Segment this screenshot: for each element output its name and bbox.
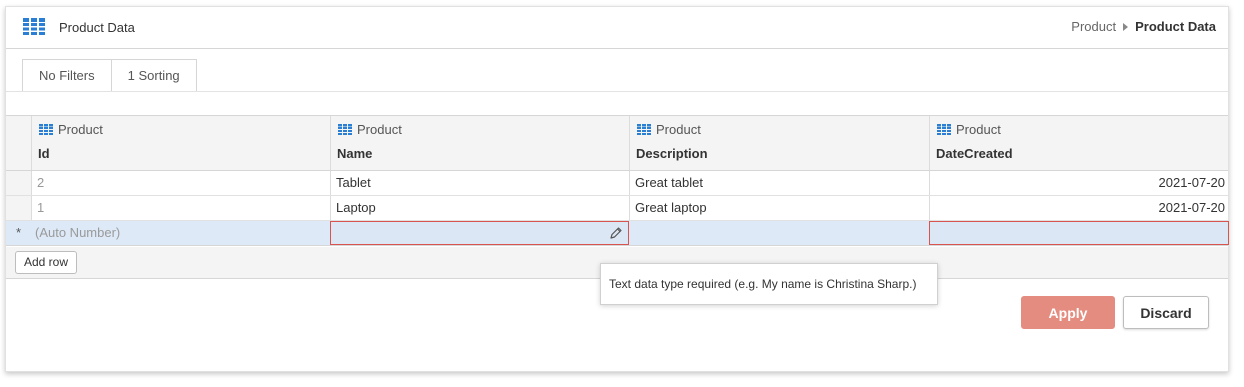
filter-sort-tabs: No Filters 1 Sorting xyxy=(22,59,197,92)
table-row[interactable]: 2 Tablet Great tablet 2021-07-20 xyxy=(6,171,1228,196)
column-table-label: Product xyxy=(637,122,701,137)
table-grid-icon xyxy=(39,124,53,135)
column-table-label: Product xyxy=(937,122,1001,137)
column-header-id[interactable]: Product Id xyxy=(31,116,330,170)
add-row-button[interactable]: Add row xyxy=(15,251,78,274)
new-row-indicator: * xyxy=(15,225,22,240)
cell-description[interactable]: Great laptop xyxy=(629,196,929,220)
column-table-name: Product xyxy=(58,122,103,137)
breadcrumb-separator-icon xyxy=(1123,22,1129,31)
tab-sorting[interactable]: 1 Sorting xyxy=(110,60,196,92)
table-grid-icon xyxy=(338,124,352,135)
column-field-name: Name xyxy=(337,146,373,161)
product-data-panel: Product Data Product Product Data No Fil… xyxy=(5,6,1229,372)
new-row[interactable]: * (Auto Number) xyxy=(6,221,1229,246)
row-indicator[interactable] xyxy=(6,171,31,195)
new-description-input[interactable] xyxy=(629,221,929,245)
cell-datecreated[interactable]: 2021-07-20 xyxy=(929,196,1229,220)
discard-button[interactable]: Discard xyxy=(1123,296,1209,329)
new-name-input[interactable] xyxy=(330,221,629,245)
column-header-datecreated[interactable]: Product DateCreated xyxy=(929,116,1229,170)
tabs-divider xyxy=(6,91,1228,92)
column-table-name: Product xyxy=(656,122,701,137)
column-field-name: Id xyxy=(38,146,50,161)
column-field-name: Description xyxy=(636,146,708,161)
apply-button[interactable]: Apply xyxy=(1021,296,1115,329)
row-indicator-header xyxy=(6,116,31,170)
table-grid-icon xyxy=(23,18,45,35)
cell-id[interactable]: 2 xyxy=(31,171,330,195)
column-table-label: Product xyxy=(338,122,402,137)
row-indicator[interactable] xyxy=(6,196,31,220)
column-table-name: Product xyxy=(956,122,1001,137)
page-header: Product Data Product Product Data xyxy=(6,7,1228,49)
auto-number-placeholder: (Auto Number) xyxy=(35,225,121,240)
breadcrumb-current: Product Data xyxy=(1135,19,1216,34)
validation-tooltip: Text data type required (e.g. My name is… xyxy=(600,263,938,305)
breadcrumb-parent-link[interactable]: Product xyxy=(1071,19,1116,34)
cell-name[interactable]: Tablet xyxy=(330,171,629,195)
page-title: Product Data xyxy=(59,20,135,35)
new-datecreated-input[interactable] xyxy=(929,221,1229,245)
table-row[interactable]: 1 Laptop Great laptop 2021-07-20 xyxy=(6,196,1228,221)
column-table-label: Product xyxy=(39,122,103,137)
cell-id[interactable]: 1 xyxy=(31,196,330,220)
cell-name[interactable]: Laptop xyxy=(330,196,629,220)
table-grid-icon xyxy=(937,124,951,135)
column-header-description[interactable]: Product Description xyxy=(629,116,929,170)
column-field-name: DateCreated xyxy=(936,146,1013,161)
breadcrumb: Product Product Data xyxy=(1071,19,1216,34)
column-table-name: Product xyxy=(357,122,402,137)
tab-filters[interactable]: No Filters xyxy=(23,60,111,92)
column-header-name[interactable]: Product Name xyxy=(330,116,629,170)
grid-header-row: Product Id Product Name Product Descript… xyxy=(6,116,1228,171)
cell-description[interactable]: Great tablet xyxy=(629,171,929,195)
table-grid-icon xyxy=(637,124,651,135)
cell-datecreated[interactable]: 2021-07-20 xyxy=(929,171,1229,195)
pencil-icon[interactable] xyxy=(609,226,623,240)
